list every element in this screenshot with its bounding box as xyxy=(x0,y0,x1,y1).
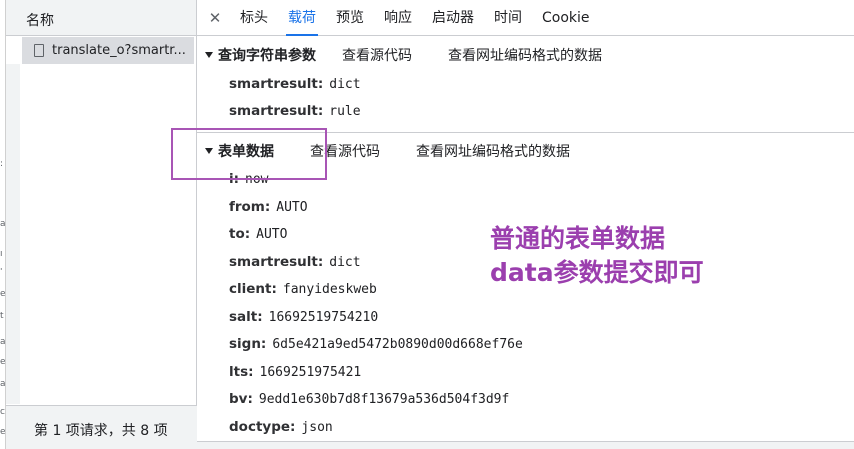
param-key: to: xyxy=(229,226,251,242)
edge-strip-char: e xyxy=(0,290,5,299)
request-count-text: 第 1 项请求，共 8 项 xyxy=(34,423,168,439)
tab-0[interactable]: 标头 xyxy=(230,0,278,36)
param-key: client: xyxy=(229,281,277,297)
param-key: lts: xyxy=(229,364,254,380)
edge-strip-char: e xyxy=(0,358,5,367)
param-value: 6d5e421a9ed5472b0890d00d668ef76e xyxy=(272,337,523,352)
edge-strip-char: ı xyxy=(0,250,3,259)
edge-strip-char: e xyxy=(0,428,5,437)
param-value: rule xyxy=(329,104,361,119)
form-data-highlight-box xyxy=(171,128,327,180)
param-value: AUTO xyxy=(256,227,288,242)
param-value: AUTO xyxy=(276,200,308,215)
param-row: smartresult: rule xyxy=(229,103,361,119)
form-view-url-encoded-link[interactable]: 查看网址编码格式的数据 xyxy=(416,141,570,161)
close-icon[interactable]: ✕ xyxy=(200,9,230,27)
param-value: fanyideskweb xyxy=(282,282,377,297)
param-row: to: AUTO xyxy=(229,226,287,242)
detail-tabbar: ✕ 标头 载荷 预览 响应 启动器 时间 Cookie xyxy=(197,0,854,36)
annotation-callout: 普通的表单数据 data参数提交即可 xyxy=(490,222,704,290)
tab-3[interactable]: 响应 xyxy=(374,0,422,36)
param-value: json xyxy=(301,420,333,435)
param-row: smartresult: dict xyxy=(229,76,361,92)
expand-triangle-icon[interactable] xyxy=(205,52,213,58)
tab-2[interactable]: 预览 xyxy=(326,0,374,36)
edge-strip-char: c xyxy=(0,408,5,417)
edge-strip-char: t xyxy=(0,312,4,321)
param-value: 1669251975421 xyxy=(259,365,362,380)
request-list-scrollbar[interactable] xyxy=(6,64,20,404)
param-row: sign: 6d5e421a9ed5472b0890d00d668ef76e xyxy=(229,336,523,352)
annotation-line-2: data参数提交即可 xyxy=(490,258,704,287)
param-key: from: xyxy=(229,199,271,215)
param-value: dict xyxy=(329,255,361,270)
param-row: from: AUTO xyxy=(229,199,308,215)
edge-strip-char: a xyxy=(0,338,5,347)
param-key: smartresult: xyxy=(229,254,324,270)
param-row: lts: 1669251975421 xyxy=(229,364,361,380)
annotation-line-1: 普通的表单数据 xyxy=(490,224,666,253)
query-view-url-encoded-link[interactable]: 查看网址编码格式的数据 xyxy=(448,45,602,65)
request-list-panel: 名称 translate_o?smartr... 第 1 项请求，共 8 项 xyxy=(6,0,197,449)
param-key: smartresult: xyxy=(229,103,324,119)
param-row: doctype: json xyxy=(229,419,333,435)
request-row-translate[interactable]: translate_o?smartr... xyxy=(22,37,194,64)
tab-5[interactable]: 时间 xyxy=(484,0,532,36)
param-value: 9edd1e630b7d8f13679a536d504f3d9f xyxy=(258,392,510,407)
edge-strip-char: a xyxy=(0,380,5,389)
tab-6[interactable]: Cookie xyxy=(532,0,600,36)
param-row: client: fanyideskweb xyxy=(229,281,377,297)
param-row: smartresult: dict xyxy=(229,254,361,270)
tab-4[interactable]: 启动器 xyxy=(422,0,484,36)
request-name: translate_o?smartr... xyxy=(52,43,186,58)
tab-1[interactable]: 载荷 xyxy=(278,0,326,36)
request-count-status: 第 1 项请求，共 8 项 xyxy=(6,405,197,449)
param-value: dict xyxy=(329,77,361,92)
query-view-source-link[interactable]: 查看源代码 xyxy=(342,45,412,65)
query-string-title: 查询字符串参数 xyxy=(218,48,316,64)
edge-strip-char: : xyxy=(0,160,4,169)
param-key: salt: xyxy=(229,309,263,325)
param-value: 16692519754210 xyxy=(268,310,379,325)
document-icon xyxy=(34,44,44,57)
param-row: bv: 9edd1e630b7d8f13679a536d504f3d9f xyxy=(229,391,509,407)
query-string-section-header[interactable]: 查询字符串参数 查看源代码 查看网址编码格式的数据 xyxy=(205,45,602,65)
param-key: smartresult: xyxy=(229,76,324,92)
edge-strip-char: ' xyxy=(0,268,3,277)
param-row: salt: 16692519754210 xyxy=(229,309,378,325)
param-key: doctype: xyxy=(229,419,296,435)
edge-strip-char: a xyxy=(0,220,5,229)
param-key: sign: xyxy=(229,336,267,352)
param-key: bv: xyxy=(229,391,253,407)
name-column-header[interactable]: 名称 xyxy=(6,0,196,36)
bottom-scrollbar[interactable] xyxy=(197,441,854,449)
